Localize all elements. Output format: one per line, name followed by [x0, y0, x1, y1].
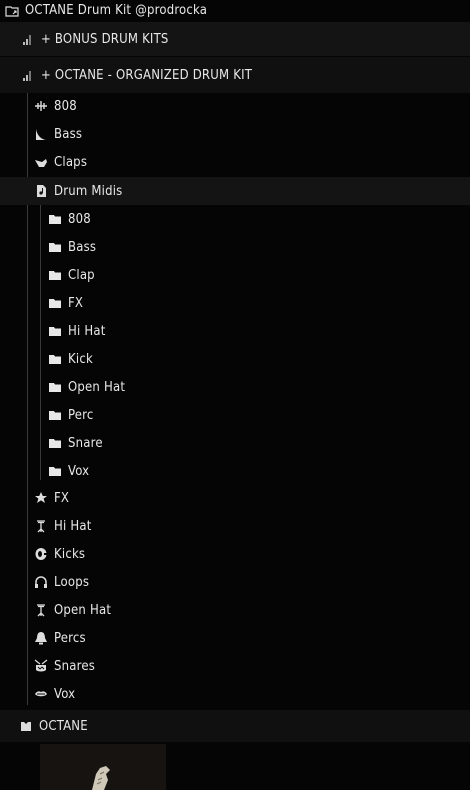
tree-item-percs[interactable]: Percs — [0, 624, 470, 652]
group-label: + BONUS DRUM KITS — [41, 31, 169, 47]
midi-folder-item[interactable]: Hi Hat — [0, 317, 470, 345]
tree-item-label: Vox — [54, 686, 76, 702]
waveform-icon — [33, 98, 49, 114]
tree-item-label: 808 — [54, 98, 77, 114]
tree-item-bass[interactable]: Bass — [0, 120, 470, 148]
root-label: OCTANE Drum Kit @prodrocka — [25, 3, 208, 18]
midi-folder-item[interactable]: Open Hat — [0, 373, 470, 401]
folder-icon — [47, 239, 63, 255]
tree-item-fx[interactable]: FX — [0, 484, 470, 512]
folder-icon — [47, 211, 63, 227]
midi-folder-label: FX — [68, 295, 84, 311]
midi-folder-label: Open Hat — [68, 379, 126, 395]
tree-item-label: Open Hat — [54, 602, 112, 618]
tree-item-label: FX — [54, 490, 70, 506]
tree-item-label: Claps — [54, 154, 88, 170]
midi-folder-label: Perc — [68, 407, 94, 423]
midi-folder-label: Hi Hat — [68, 323, 106, 339]
midi-folder-label: Vox — [68, 463, 90, 479]
group-label: + OCTANE - ORGANIZED DRUM KIT — [41, 67, 253, 83]
snare-drum-icon — [33, 658, 49, 674]
tree-item-label: Hi Hat — [54, 518, 92, 534]
tree-item-808[interactable]: 808 — [0, 92, 470, 120]
tree-item-snares[interactable]: Snares — [0, 652, 470, 680]
clap-hand-icon — [33, 154, 49, 170]
midi-folder-item[interactable]: Snare — [0, 429, 470, 457]
signal-bars-icon — [20, 67, 36, 83]
tree-item-claps[interactable]: Claps — [0, 148, 470, 176]
hihat-icon — [33, 602, 49, 618]
folder-icon — [47, 267, 63, 283]
midi-folder-item[interactable]: 808 — [0, 205, 470, 233]
tree-item-vox[interactable]: Vox — [0, 680, 470, 708]
folder-icon — [47, 463, 63, 479]
pack-artwork-thumbnail[interactable] — [40, 744, 166, 790]
tree-item-label: Kicks — [54, 546, 86, 562]
tree-item-hi-hat[interactable]: Hi Hat — [0, 512, 470, 540]
folder-icon — [47, 351, 63, 367]
signal-bars-icon — [20, 31, 36, 47]
tree-item-loops[interactable]: Loops — [0, 568, 470, 596]
midi-folder-item[interactable]: Clap — [0, 261, 470, 289]
folder-icon — [47, 407, 63, 423]
midi-folder-item[interactable]: Bass — [0, 233, 470, 261]
tree-root[interactable]: OCTANE Drum Kit @prodrocka — [0, 0, 470, 21]
tree-item-drum-midis[interactable]: Drum Midis — [0, 177, 470, 205]
midi-folder-item[interactable]: FX — [0, 289, 470, 317]
midi-file-icon — [33, 183, 49, 199]
midi-folder-label: Clap — [68, 267, 95, 283]
tree-item-kicks[interactable]: Kicks — [0, 540, 470, 568]
tree-item-octane[interactable]: OCTANE — [0, 710, 470, 742]
group-bonus-drum-kits[interactable]: + BONUS DRUM KITS — [0, 22, 470, 56]
midi-folder-item[interactable]: Kick — [0, 345, 470, 373]
folder-icon — [47, 379, 63, 395]
hihat-icon — [33, 518, 49, 534]
tree-item-label: Percs — [54, 630, 86, 646]
folder-icon — [47, 323, 63, 339]
tree-item-label: Loops — [54, 574, 90, 590]
midi-folder-item[interactable]: Perc — [0, 401, 470, 429]
tree-item-label: Snares — [54, 658, 96, 674]
kick-drum-icon — [33, 546, 49, 562]
midi-folder-label: 808 — [68, 211, 91, 227]
folder-icon — [47, 295, 63, 311]
midi-folder-label: Kick — [68, 351, 93, 367]
bass-ramp-icon — [33, 126, 49, 142]
headphones-icon — [33, 574, 49, 590]
folder-link-icon — [4, 3, 20, 19]
star-icon — [33, 490, 49, 506]
bell-icon — [33, 630, 49, 646]
lips-icon — [33, 686, 49, 702]
midi-folder-label: Bass — [68, 239, 97, 255]
tree-item-label: Drum Midis — [54, 183, 123, 199]
tree-item-label: Bass — [54, 126, 83, 142]
midi-folder-label: Snare — [68, 435, 103, 451]
group-octane-organized-drum-kit[interactable]: + OCTANE - ORGANIZED DRUM KIT — [0, 57, 470, 93]
pack-icon — [18, 718, 34, 734]
tree-item-open-hat[interactable]: Open Hat — [0, 596, 470, 624]
folder-icon — [47, 435, 63, 451]
midi-folder-item[interactable]: Vox — [0, 457, 470, 485]
tree-item-label: OCTANE — [39, 718, 88, 734]
